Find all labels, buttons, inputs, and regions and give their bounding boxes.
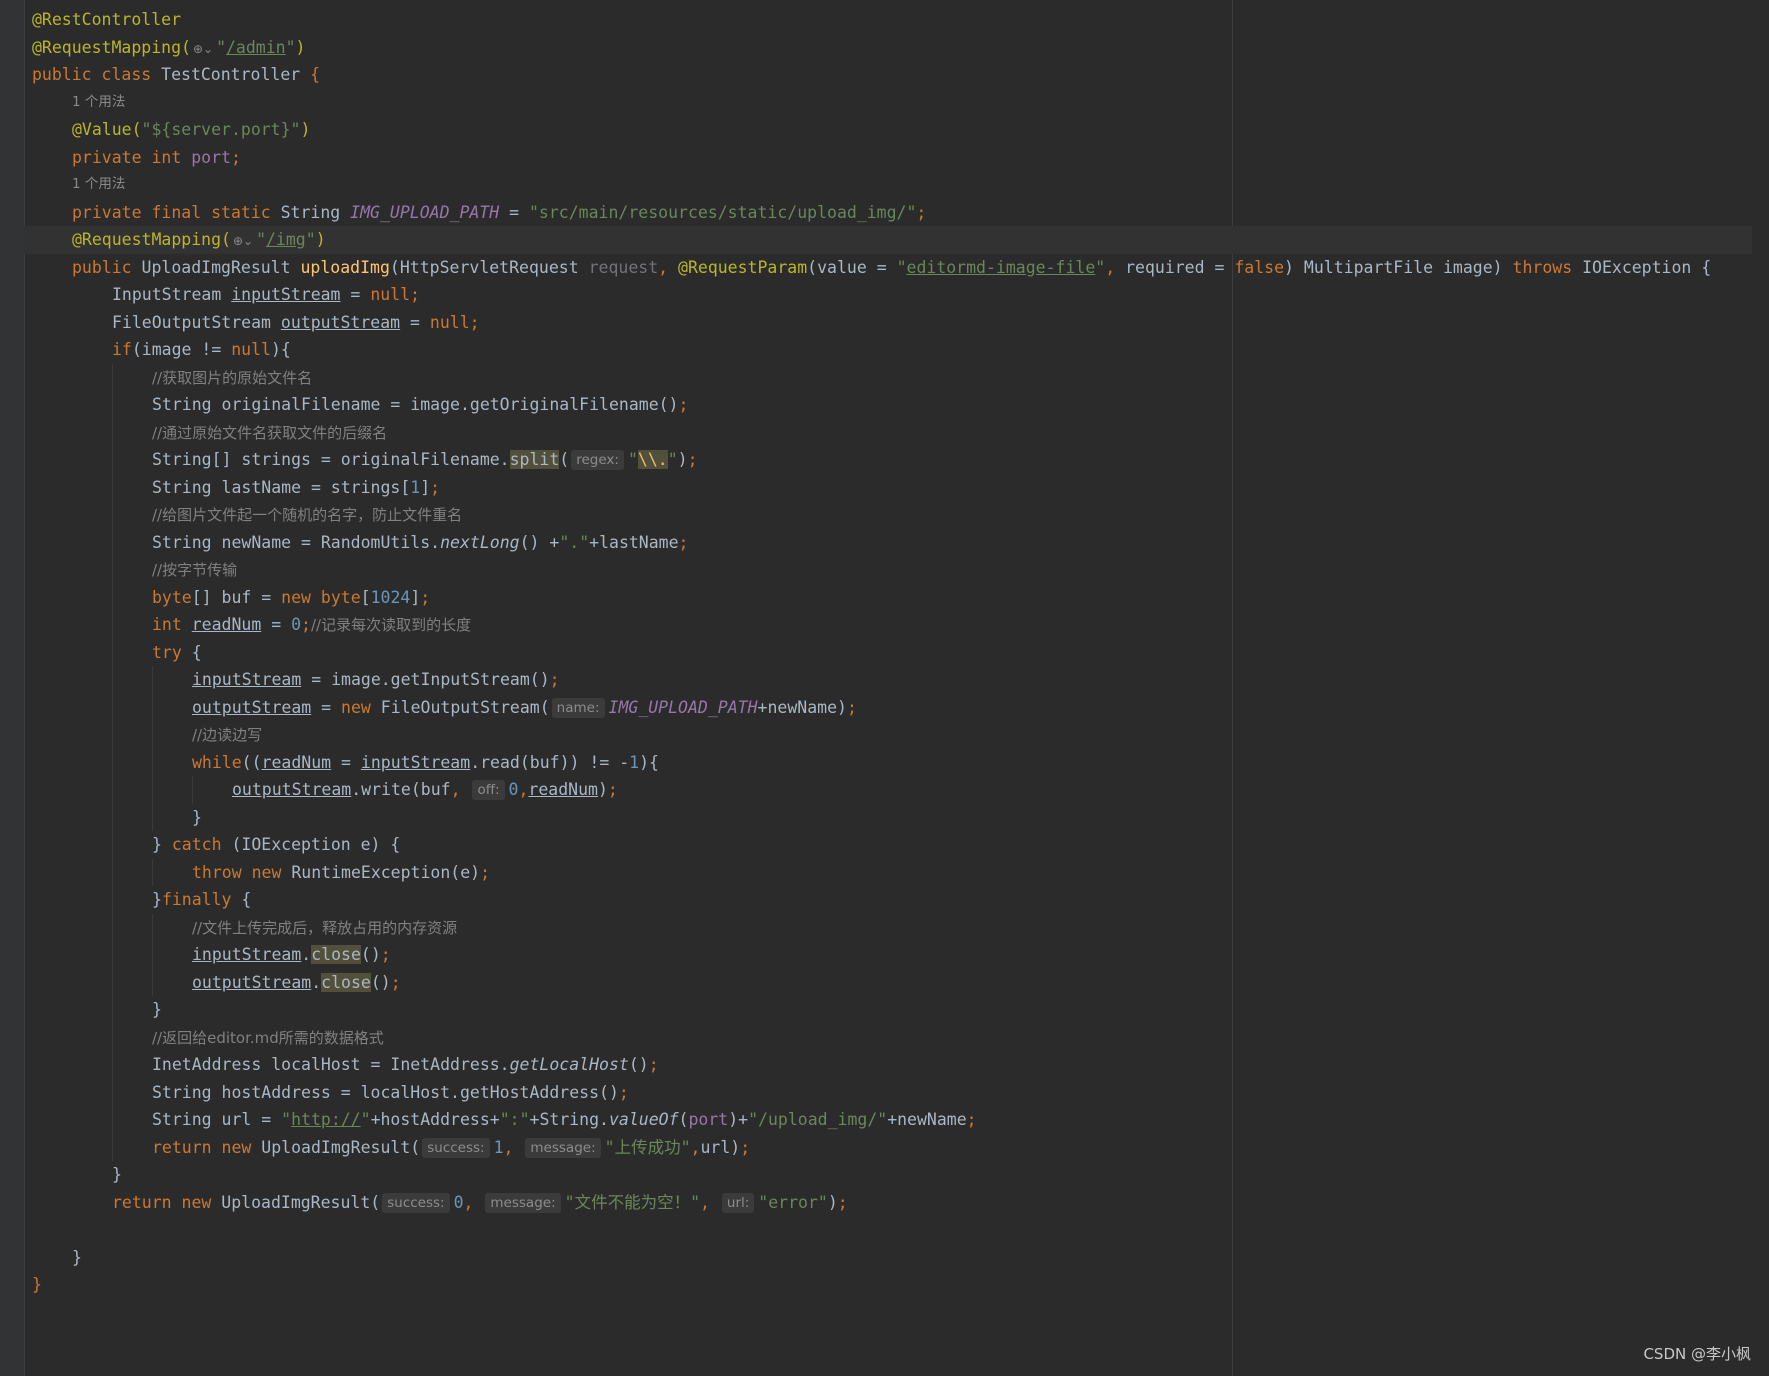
code-line[interactable]: String newName = RandomUtils.nextLong() …	[32, 528, 1752, 556]
code-line[interactable]: return new UploadImgResult(success: 0, me…	[32, 1189, 1752, 1217]
code-line[interactable]: int readNum = 0;//记录每次读取到的长度	[32, 611, 1752, 639]
code-line[interactable]: String[] strings = originalFilename.spli…	[32, 446, 1752, 474]
code-line[interactable]: △}	[32, 1161, 1752, 1189]
code-line[interactable]: String hostAddress = localHost.getHostAd…	[32, 1078, 1752, 1106]
param-hint: url:	[721, 1192, 755, 1213]
code-line[interactable]: }	[32, 1271, 1752, 1299]
usage-hint[interactable]: 1 个用法	[32, 171, 1752, 199]
code-line[interactable]: //边读边写	[32, 721, 1752, 749]
editor-gutter[interactable]	[0, 0, 25, 1376]
param-hint: success:	[422, 1137, 490, 1158]
code-line[interactable]: ▽public UploadImgResult uploadImg(HttpSe…	[32, 254, 1752, 282]
code-line[interactable]: ▽while((readNum = inputStream.read(buf))…	[32, 748, 1752, 776]
code-line-current[interactable]: @RequestMapping(⊕⌄ "/img")	[24, 226, 1752, 254]
code-line[interactable]: InetAddress localHost = InetAddress.getL…	[32, 1051, 1752, 1079]
code-line[interactable]: @Value("${server.port}")	[32, 116, 1752, 144]
code-line[interactable]: byte[] buf = new byte[1024];	[32, 583, 1752, 611]
code-line[interactable]: public class TestController {	[32, 61, 1752, 89]
code-line[interactable]: //文件上传完成后，释放占用的内存资源	[32, 913, 1752, 941]
code-line[interactable]: △}	[32, 1244, 1752, 1272]
param-hint: name:	[551, 697, 605, 718]
usage-hint[interactable]: 1 个用法	[32, 89, 1752, 117]
code-line[interactable]: ▽} catch (IOException e) {	[32, 831, 1752, 859]
code-line[interactable]: //通过原始文件名获取文件的后缀名	[32, 418, 1752, 446]
code-line[interactable]: //获取图片的原始文件名	[32, 363, 1752, 391]
code-line[interactable]: outputStream.close();	[32, 968, 1752, 996]
code-line[interactable]: String url = "http://"+hostAddress+":"+S…	[32, 1106, 1752, 1134]
web-globe-icon[interactable]: ⊕⌄	[193, 36, 213, 62]
code-line[interactable]: //返回给editor.md所需的数据格式	[32, 1023, 1752, 1051]
code-line[interactable]: △@RequestMapping(⊕⌄"/admin")	[32, 34, 1752, 62]
param-hint: success:	[382, 1192, 450, 1213]
code-line[interactable]: inputStream.close();	[32, 941, 1752, 969]
code-line-empty[interactable]	[32, 1216, 1752, 1244]
code-line[interactable]: ▽if(image != null){	[32, 336, 1752, 364]
code-line[interactable]: String originalFilename = image.getOrigi…	[32, 391, 1752, 419]
code-line[interactable]: ▽@RestController	[32, 6, 1752, 34]
code-editor[interactable]: ▽@RestController △@RequestMapping(⊕⌄"/ad…	[24, 6, 1752, 1299]
code-line[interactable]: inputStream = image.getInputStream();	[32, 666, 1752, 694]
param-hint: off:	[472, 780, 505, 800]
watermark: CSDN @李小枫	[1643, 1345, 1751, 1363]
code-line[interactable]: private final static String IMG_UPLOAD_P…	[32, 199, 1752, 227]
code-line[interactable]: String lastName = strings[1];	[32, 473, 1752, 501]
code-line[interactable]: return new UploadImgResult(success: 1, me…	[32, 1133, 1752, 1161]
web-globe-icon[interactable]: ⊕⌄	[233, 228, 253, 254]
code-line[interactable]: △}	[32, 803, 1752, 831]
code-line[interactable]: FileOutputStream outputStream = null;	[32, 309, 1752, 337]
code-line[interactable]: outputStream.write(buf, off: 0,readNum);	[32, 776, 1752, 804]
param-hint: message:	[485, 1192, 561, 1213]
code-line[interactable]: private int port;	[32, 144, 1752, 172]
code-line[interactable]: ▽try {	[32, 638, 1752, 666]
param-hint: message:	[525, 1137, 601, 1158]
code-line[interactable]: △}	[32, 996, 1752, 1024]
code-line[interactable]: //给图片文件起一个随机的名字，防止文件重名	[32, 501, 1752, 529]
code-line[interactable]: //按字节传输	[32, 556, 1752, 584]
code-line[interactable]: throw new RuntimeException(e);	[32, 858, 1752, 886]
code-line[interactable]: outputStream = new FileOutputStream(name…	[32, 693, 1752, 721]
code-line[interactable]: △}finally {	[32, 886, 1752, 914]
param-hint: regex:	[571, 450, 624, 470]
code-line[interactable]: InputStream inputStream = null;	[32, 281, 1752, 309]
